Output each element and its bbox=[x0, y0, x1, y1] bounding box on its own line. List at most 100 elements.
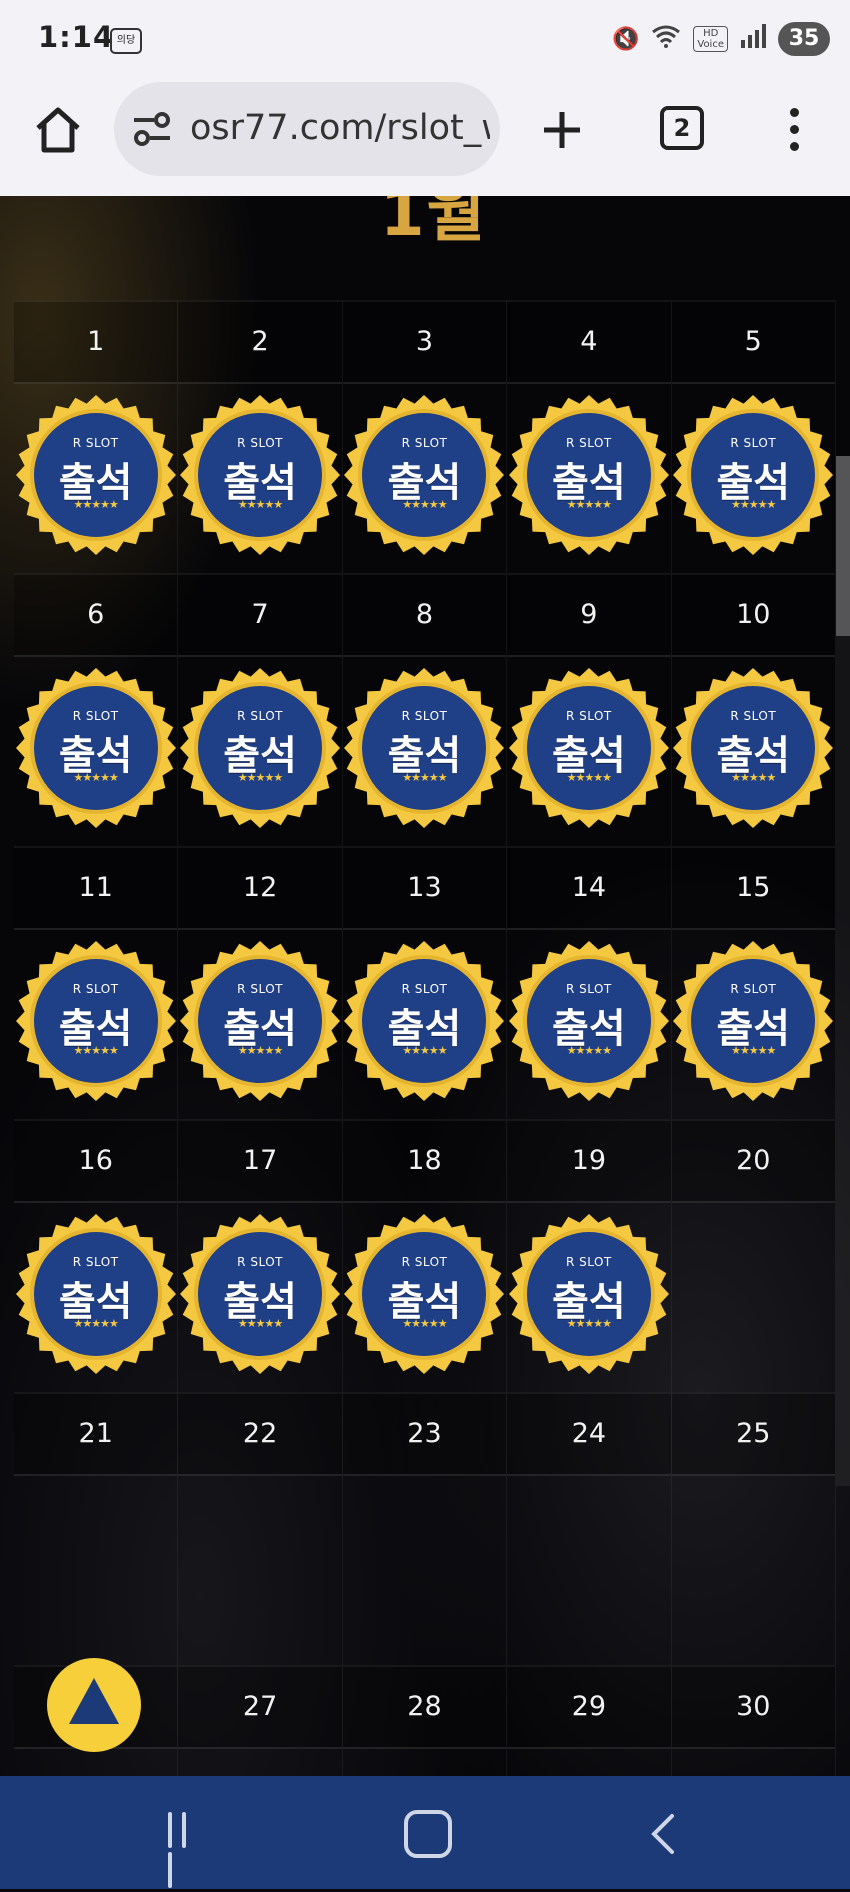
new-tab-button[interactable] bbox=[538, 106, 586, 154]
attendance-stamp: R SLOT 출석 ★★★★★ bbox=[672, 940, 834, 1102]
calendar-day-cell: 23 bbox=[342, 1392, 508, 1665]
calendar-day-cell: 8 R SLOT 출석 ★★★★★ bbox=[342, 573, 508, 846]
stamp-stars: ★★★★★ bbox=[237, 1044, 283, 1057]
stamp-stars: ★★★★★ bbox=[73, 771, 119, 784]
attendance-stamp: R SLOT 출석 ★★★★★ bbox=[179, 394, 341, 556]
calendar-day-cell: 30 bbox=[671, 1665, 836, 1776]
calendar-day-cell: 14 R SLOT 출석 ★★★★★ bbox=[507, 846, 672, 1119]
system-home-button[interactable] bbox=[404, 1810, 452, 1858]
day-number: 19 bbox=[507, 1119, 671, 1203]
home-button[interactable] bbox=[30, 102, 86, 158]
attendance-stamp: R SLOT 출석 ★★★★★ bbox=[179, 940, 341, 1102]
signal-icon bbox=[740, 24, 766, 54]
stamp-brand: R SLOT bbox=[565, 982, 612, 996]
url-text[interactable]: osr77.com/rslot_w bbox=[190, 108, 490, 148]
more-menu-button[interactable] bbox=[782, 104, 806, 156]
day-number: 28 bbox=[342, 1665, 507, 1749]
stamp-brand: R SLOT bbox=[730, 709, 777, 723]
attendance-stamp: R SLOT 출석 ★★★★★ bbox=[15, 940, 177, 1102]
day-number: 18 bbox=[342, 1119, 507, 1203]
mute-icon: 🔇 bbox=[611, 26, 640, 52]
day-number: 6 bbox=[14, 573, 178, 657]
stamp-stars: ★★★★★ bbox=[402, 771, 447, 784]
attendance-stamp: R SLOT 출석 ★★★★★ bbox=[179, 1213, 341, 1375]
attendance-stamp: R SLOT 출석 ★★★★★ bbox=[508, 394, 670, 556]
calendar-day-cell: 6 R SLOT 출석 ★★★★★ bbox=[14, 573, 179, 846]
day-number: 1 bbox=[14, 300, 178, 384]
calendar-day-cell: 10 R SLOT 출석 ★★★★★ bbox=[671, 573, 836, 846]
scrollbar-thumb[interactable] bbox=[836, 456, 850, 636]
stamp-brand: R SLOT bbox=[565, 1255, 612, 1269]
stamp-stars: ★★★★★ bbox=[402, 1317, 447, 1330]
stamp-stars: ★★★★★ bbox=[566, 498, 612, 511]
day-number: 29 bbox=[507, 1665, 671, 1749]
day-number: 24 bbox=[507, 1392, 671, 1476]
day-number: 14 bbox=[507, 846, 671, 930]
attendance-stamp: R SLOT 출석 ★★★★★ bbox=[508, 667, 670, 829]
scroll-to-top-button[interactable] bbox=[47, 1658, 141, 1752]
stamp-brand: R SLOT bbox=[730, 982, 777, 996]
attendance-stamp: R SLOT 출석 ★★★★★ bbox=[343, 394, 505, 556]
day-number: 7 bbox=[178, 573, 342, 657]
calendar-day-cell: 3 R SLOT 출석 ★★★★★ bbox=[342, 300, 508, 573]
url-bar[interactable]: osr77.com/rslot_w bbox=[114, 82, 500, 176]
stamp-stars: ★★★★★ bbox=[566, 771, 612, 784]
attendance-stamp: R SLOT 출석 ★★★★★ bbox=[672, 394, 834, 556]
day-number: 27 bbox=[178, 1665, 342, 1749]
recent-apps-button[interactable] bbox=[168, 1812, 206, 1888]
calendar-day-cell: 24 bbox=[507, 1392, 672, 1665]
calendar-day-cell: 13 R SLOT 출석 ★★★★★ bbox=[342, 846, 508, 1119]
day-number: 2 bbox=[178, 300, 342, 384]
day-number: 22 bbox=[178, 1392, 342, 1476]
calendar-day-cell: 7 R SLOT 출석 ★★★★★ bbox=[178, 573, 343, 846]
stamp-brand: R SLOT bbox=[401, 436, 448, 450]
site-info-icon[interactable] bbox=[132, 110, 172, 148]
attendance-stamp: R SLOT 출석 ★★★★★ bbox=[343, 667, 505, 829]
stamp-stars: ★★★★★ bbox=[566, 1044, 612, 1057]
attendance-stamp: R SLOT 출석 ★★★★★ bbox=[179, 667, 341, 829]
day-number: 4 bbox=[507, 300, 671, 384]
calendar-day-cell: 29 bbox=[507, 1665, 672, 1776]
calendar-day-cell: 4 R SLOT 출석 ★★★★★ bbox=[507, 300, 672, 573]
back-button[interactable] bbox=[648, 1812, 678, 1856]
stamp-brand: R SLOT bbox=[565, 436, 612, 450]
stamp-stars: ★★★★★ bbox=[237, 1317, 283, 1330]
day-number: 16 bbox=[14, 1119, 178, 1203]
page-content: 1월 1R SLOT 출석 ★★★★★ 2 R SLOT 출석 ★★★★★ 3 R SLOT 출석… bbox=[0, 196, 850, 1776]
stamp-stars: ★★★★★ bbox=[731, 771, 776, 784]
calendar-day-cell: 9 R SLOT 출석 ★★★★★ bbox=[507, 573, 672, 846]
calendar-day-cell: 18 R SLOT 출석 ★★★★★ bbox=[342, 1119, 508, 1392]
stamp-brand: R SLOT bbox=[401, 709, 448, 723]
calendar-day-cell: 1 R SLOT 출석 ★★★★★ bbox=[14, 300, 179, 573]
stamp-brand: R SLOT bbox=[72, 982, 119, 996]
tab-switcher-button[interactable]: 2 bbox=[660, 106, 704, 150]
attendance-stamp: R SLOT 출석 ★★★★★ bbox=[15, 1213, 177, 1375]
day-number: 21 bbox=[14, 1392, 178, 1476]
battery-indicator: 35 bbox=[778, 22, 830, 56]
stamp-brand: R SLOT bbox=[237, 1255, 283, 1269]
plus-icon bbox=[544, 112, 580, 148]
stamp-brand: R SLOT bbox=[237, 982, 283, 996]
stamp-brand: R SLOT bbox=[72, 436, 119, 450]
attendance-stamp: R SLOT 출석 ★★★★★ bbox=[508, 1213, 670, 1375]
stamp-brand: R SLOT bbox=[401, 982, 448, 996]
calendar-day-cell: 2 R SLOT 출석 ★★★★★ bbox=[178, 300, 343, 573]
up-triangle-icon bbox=[69, 1678, 119, 1724]
stamp-brand: R SLOT bbox=[237, 436, 283, 450]
calendar-day-cell: 15 R SLOT 출석 ★★★★★ bbox=[671, 846, 836, 1119]
calendar-day-cell: 17 R SLOT 출석 ★★★★★ bbox=[178, 1119, 343, 1392]
day-number: 17 bbox=[178, 1119, 342, 1203]
calendar-day-cell: 27 bbox=[178, 1665, 343, 1776]
calendar-day-cell: 25 bbox=[671, 1392, 836, 1665]
stamp-brand: R SLOT bbox=[730, 436, 777, 450]
stamp-stars: ★★★★★ bbox=[73, 1317, 119, 1330]
day-number: 10 bbox=[671, 573, 835, 657]
calendar-day-cell: 19 R SLOT 출석 ★★★★★ bbox=[507, 1119, 672, 1392]
calendar-day-cell: 21 bbox=[14, 1392, 179, 1665]
attendance-stamp: R SLOT 출석 ★★★★★ bbox=[343, 1213, 505, 1375]
status-time: 1:14 bbox=[38, 20, 115, 54]
calendar-day-cell: 16 R SLOT 출석 ★★★★★ bbox=[14, 1119, 179, 1392]
day-number: 13 bbox=[342, 846, 507, 930]
stamp-brand: R SLOT bbox=[72, 709, 119, 723]
day-number: 23 bbox=[342, 1392, 507, 1476]
